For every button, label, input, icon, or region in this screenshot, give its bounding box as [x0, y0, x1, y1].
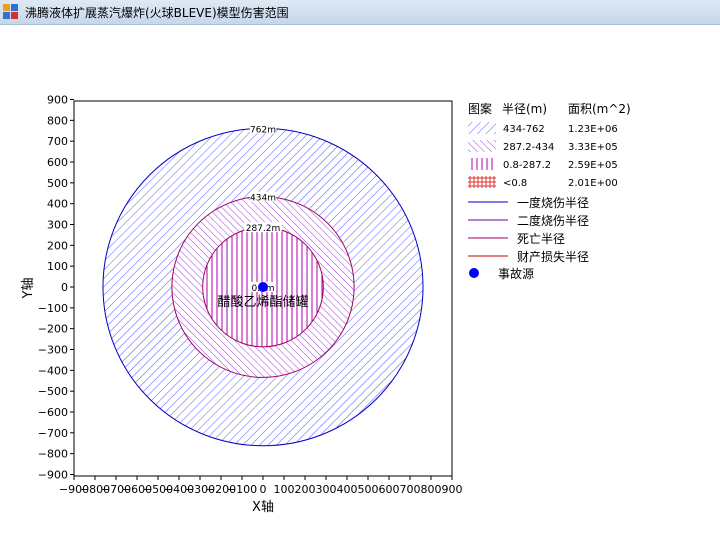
legend-pattern-swatch — [468, 176, 496, 188]
radius-label: 762m — [250, 125, 276, 135]
legend-pattern-swatch — [468, 122, 496, 134]
x-tick-label: 100 — [274, 483, 295, 496]
x-tick-label: 200 — [295, 483, 316, 496]
x-tick-label: 0 — [260, 483, 267, 496]
legend-area: 3.33E+05 — [568, 142, 618, 153]
legend-header: 图案 — [468, 101, 492, 116]
window-titlebar: 沸腾液体扩展蒸汽爆炸(火球BLEVE)模型伤害范围 — [0, 0, 720, 25]
y-tick-label: 200 — [47, 239, 68, 252]
source-label: 醋酸乙烯酯储罐 — [217, 294, 308, 310]
x-tick-label: 500 — [358, 483, 379, 496]
y-tick-label: 100 — [47, 260, 68, 273]
y-tick-label: −400 — [38, 364, 68, 377]
y-tick-label: −900 — [38, 469, 68, 482]
bleve-chart: 762m434m287.2m0.8m醋酸乙烯酯储罐 90080070060050… — [21, 94, 631, 516]
legend-pattern-swatch — [468, 158, 496, 170]
y-tick-label: −200 — [38, 323, 68, 336]
y-tick-label: 700 — [47, 135, 68, 148]
y-tick-label: −300 — [38, 344, 68, 357]
radius-label: 287.2m — [246, 224, 281, 234]
radius-label: 434m — [250, 194, 276, 204]
x-tick-label: 800 — [421, 483, 442, 496]
legend-header: 半径(m) — [502, 102, 547, 116]
window-title: 沸腾液体扩展蒸汽爆炸(火球BLEVE)模型伤害范围 — [25, 5, 289, 20]
y-tick-label: −800 — [38, 448, 68, 461]
legend-range: <0.8 — [503, 178, 527, 189]
y-tick-label: 600 — [47, 156, 68, 169]
y-axis-title: Y轴 — [21, 278, 36, 300]
y-tick-label: 400 — [47, 198, 68, 211]
legend-line-label: 一度烧伤半径 — [517, 195, 589, 210]
app-icon — [3, 4, 19, 20]
y-tick-label: 300 — [47, 219, 68, 232]
legend-range: 434-762 — [503, 124, 545, 135]
y-tick-label: −500 — [38, 385, 68, 398]
y-tick-label: 900 — [47, 94, 68, 107]
x-tick-label: 700 — [400, 483, 421, 496]
legend-line-label: 死亡半径 — [517, 232, 565, 246]
legend-area: 2.59E+05 — [568, 160, 618, 171]
legend-header: 面积(m^2) — [568, 102, 631, 116]
x-axis-title: X轴 — [252, 500, 274, 515]
x-tick-label: 900 — [442, 483, 463, 496]
y-tick-label: −100 — [38, 302, 68, 315]
x-tick-label: −100 — [227, 483, 257, 496]
legend-range: 0.8-287.2 — [503, 160, 551, 171]
x-tick-label: 600 — [379, 483, 400, 496]
x-tick-label: 300 — [316, 483, 337, 496]
y-tick-label: 0 — [61, 281, 68, 294]
x-tick-label: 400 — [337, 483, 358, 496]
legend-line-label: 二度烧伤半径 — [517, 213, 589, 228]
legend-area: 1.23E+06 — [568, 124, 618, 135]
legend-range: 287.2-434 — [503, 142, 554, 153]
legend-area: 2.01E+00 — [568, 178, 618, 189]
y-tick-label: −700 — [38, 427, 68, 440]
legend-line-label: 财产损失半径 — [517, 249, 589, 264]
accident-source-point — [258, 282, 268, 292]
legend-pattern-swatch — [468, 140, 496, 152]
y-tick-label: 500 — [47, 177, 68, 190]
legend-marker-label: 事故源 — [498, 266, 534, 281]
legend-marker-swatch — [469, 268, 479, 278]
y-tick-label: 800 — [47, 114, 68, 127]
y-tick-label: −600 — [38, 406, 68, 419]
